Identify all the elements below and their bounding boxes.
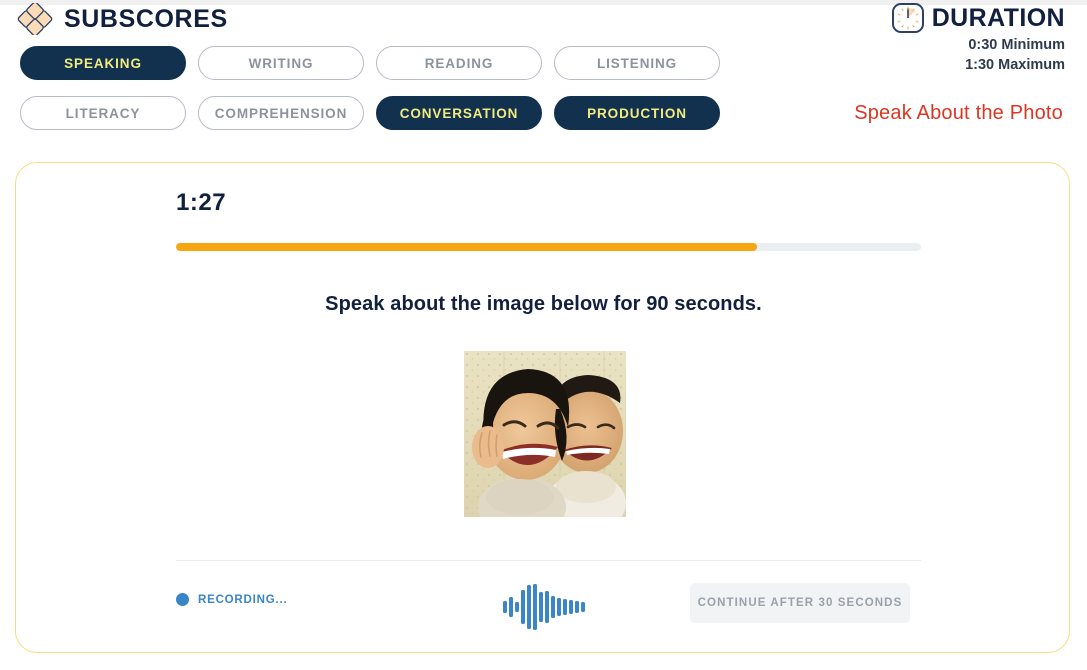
duration-heading: DURATION: [891, 2, 1065, 34]
tab-writing[interactable]: WRITING: [198, 46, 364, 80]
page-title: SUBSCORES: [64, 4, 228, 33]
tab-row-primary: SPEAKING WRITING READING LISTENING: [20, 46, 720, 80]
audio-waveform-icon: [498, 583, 590, 631]
recording-label: RECORDING...: [198, 593, 288, 606]
task-card: 1:27 Speak about the image below for 90 …: [15, 162, 1070, 653]
diamond-cluster-icon: [16, 3, 54, 35]
duration-minimum: 0:30 Minimum: [968, 37, 1065, 53]
waveform-bar: [545, 591, 549, 623]
record-dot-icon: [176, 593, 189, 606]
waveform-bar: [563, 599, 567, 615]
countdown-timer: 1:27: [176, 189, 227, 216]
waveform-bar: [509, 597, 513, 617]
tab-comprehension[interactable]: COMPREHENSION: [198, 96, 364, 130]
waveform-bar: [569, 600, 573, 614]
continue-button[interactable]: CONTINUE AFTER 30 SECONDS: [690, 583, 910, 623]
duration-title: DURATION: [931, 3, 1065, 32]
waveform-bar: [527, 585, 531, 629]
progress-bar: [176, 243, 921, 251]
prompt-text: Speak about the image below for 90 secon…: [325, 293, 762, 315]
waveform-bar: [503, 601, 507, 613]
waveform-bar: [515, 602, 519, 612]
waveform-bar: [551, 596, 555, 618]
waveform-bar: [533, 584, 537, 630]
waveform-bar: [575, 601, 579, 613]
section-divider: [176, 560, 921, 561]
prompt-photo: [464, 351, 626, 517]
page-header: SUBSCORES DURATION 0:30 Minimum 1:30 Max…: [0, 0, 1087, 140]
tab-reading[interactable]: READING: [376, 46, 542, 80]
waveform-bar: [557, 598, 561, 616]
tab-row-secondary: LITERACY COMPREHENSION CONVERSATION PRODUCT…: [20, 96, 720, 130]
waveform-bar: [539, 592, 543, 622]
clock-icon: [891, 2, 925, 34]
tab-conversation[interactable]: CONVERSATION: [376, 96, 542, 130]
task-label: Speak About the Photo: [854, 102, 1063, 124]
tab-listening[interactable]: LISTENING: [554, 46, 720, 80]
tab-literacy[interactable]: LITERACY: [20, 96, 186, 130]
waveform-bar: [581, 602, 585, 612]
brand: SUBSCORES: [16, 3, 228, 35]
duration-maximum: 1:30 Maximum: [965, 57, 1065, 73]
duration-block: DURATION 0:30 Minimum 1:30 Maximum: [891, 2, 1065, 74]
tab-speaking[interactable]: SPEAKING: [20, 46, 186, 80]
waveform-bar: [521, 590, 525, 624]
card-footer: RECORDING... CONTINUE AFTER 30 SECONDS: [16, 575, 1071, 635]
tab-production[interactable]: PRODUCTION: [554, 96, 720, 130]
recording-status: RECORDING...: [176, 593, 287, 606]
progress-bar-fill: [176, 243, 758, 251]
